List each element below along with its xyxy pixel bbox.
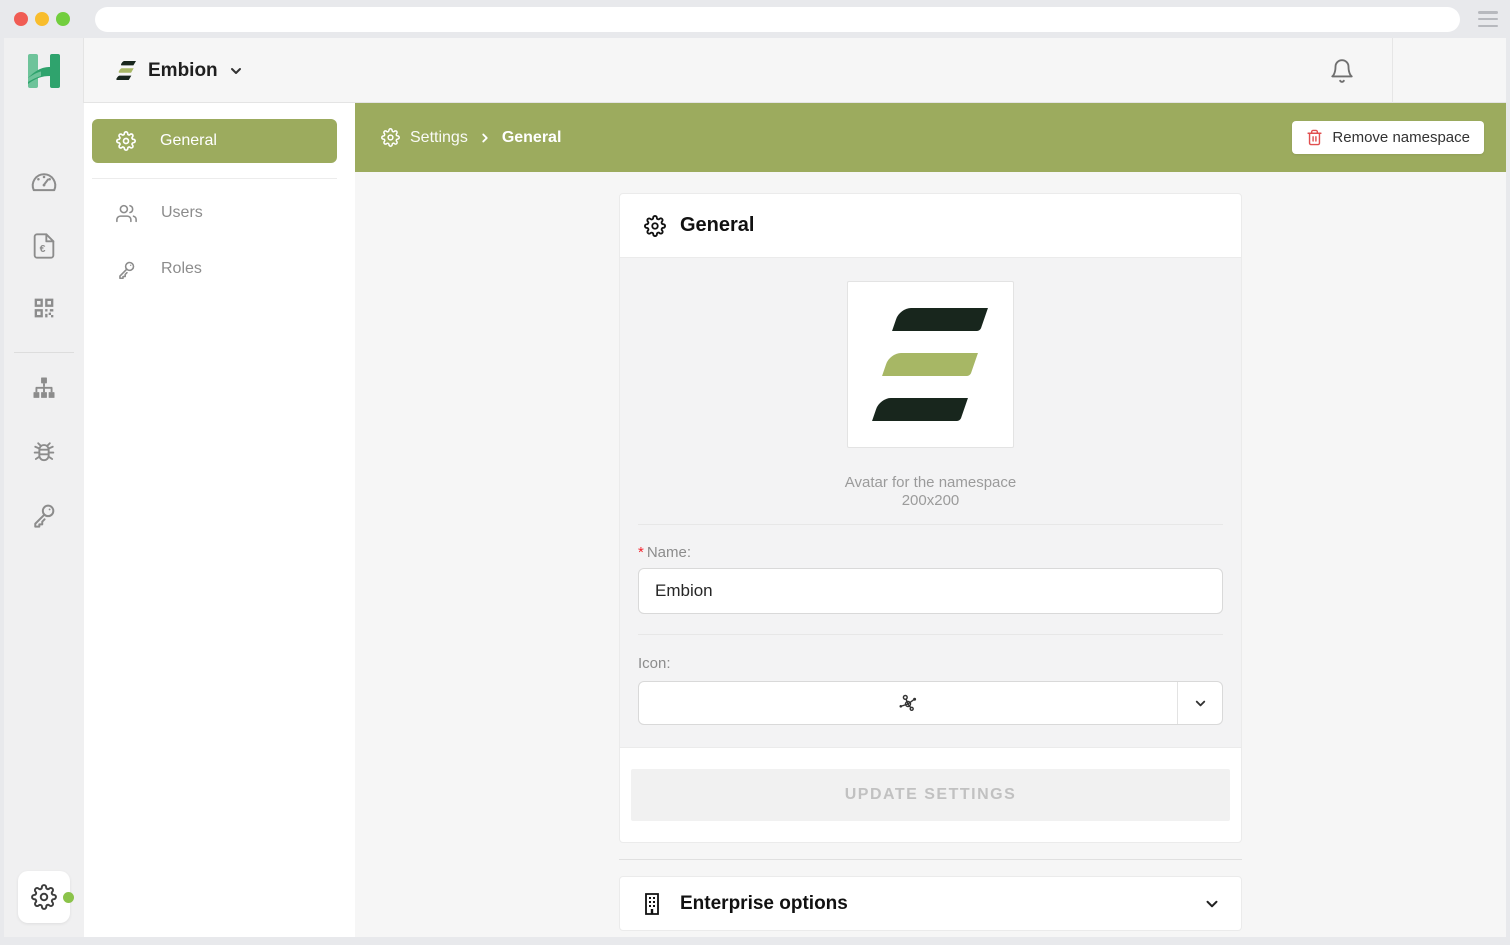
enterprise-options-title: Enterprise options — [680, 893, 848, 915]
svg-text:€: € — [40, 243, 46, 255]
section-divider — [638, 634, 1223, 635]
general-settings-card: General Avatar for the namespace 200x200 — [619, 193, 1242, 843]
chevron-down-icon — [1193, 696, 1208, 711]
bell-icon — [1329, 58, 1355, 84]
embion-logo-stripe — [872, 398, 968, 421]
molecule-icon — [895, 690, 921, 716]
sidebar-divider — [92, 178, 337, 179]
sidebar-item-users[interactable]: Users — [92, 191, 337, 235]
remove-namespace-button[interactable]: Remove namespace — [1292, 121, 1484, 154]
sitemap-icon[interactable] — [4, 374, 84, 402]
building-icon — [640, 892, 664, 916]
sidebar-item-label: General — [160, 132, 217, 150]
workspace-name: Embion — [148, 60, 218, 82]
cards-divider — [619, 859, 1242, 860]
qr-code-icon[interactable] — [4, 294, 84, 322]
app-window: Embion € — [4, 38, 1506, 937]
card-body: Avatar for the namespace 200x200 *Name: … — [620, 257, 1241, 748]
namespace-name-input[interactable] — [638, 568, 1223, 614]
card-title-row: General — [620, 194, 1241, 257]
card-footer: UPDATE SETTINGS — [620, 748, 1241, 842]
browser-chrome — [0, 0, 1510, 38]
status-dot — [63, 892, 74, 903]
hamburger-icon[interactable] — [1478, 11, 1498, 27]
gear-icon — [116, 131, 136, 151]
settings-sidebar: General Users Roles — [84, 103, 355, 937]
required-marker: * — [638, 544, 644, 561]
card-title: General — [680, 214, 754, 237]
chevron-down-icon — [228, 63, 244, 79]
window-controls — [14, 12, 70, 26]
key-icon[interactable] — [4, 501, 84, 529]
namespace-avatar-upload[interactable] — [847, 281, 1014, 448]
sidebar-item-roles[interactable]: Roles — [92, 247, 337, 291]
h-logo-icon — [21, 48, 67, 94]
bug-icon[interactable] — [4, 438, 84, 466]
embion-mini-logo-icon — [112, 59, 138, 83]
nav-rail: € — [4, 103, 84, 937]
gear-icon — [644, 215, 666, 237]
main-panel: Settings General Remove namespace — [355, 103, 1506, 937]
gear-icon — [31, 884, 57, 910]
update-settings-button[interactable]: UPDATE SETTINGS — [631, 769, 1230, 821]
key-icon — [116, 259, 137, 280]
breadcrumb: Settings General — [381, 128, 561, 147]
invoice-euro-icon[interactable]: € — [4, 232, 84, 260]
remove-namespace-label: Remove namespace — [1332, 129, 1470, 146]
rail-divider — [14, 352, 74, 353]
sidebar-item-general[interactable]: General — [92, 119, 337, 163]
app-header: Embion — [4, 38, 1506, 103]
icon-select-value — [639, 682, 1177, 724]
zoom-window-button[interactable] — [56, 12, 70, 26]
minimize-window-button[interactable] — [35, 12, 49, 26]
enterprise-options-card: Enterprise options — [619, 876, 1242, 931]
close-window-button[interactable] — [14, 12, 28, 26]
avatar-caption: Avatar for the namespace 200x200 — [638, 474, 1223, 510]
header-divider — [1392, 38, 1393, 103]
trash-icon — [1306, 129, 1323, 146]
icon-field-label: Icon: — [638, 655, 1223, 672]
sidebar-item-label: Roles — [161, 260, 202, 278]
breadcrumb-current: General — [502, 129, 562, 147]
embion-logo-stripe — [882, 353, 978, 376]
workspace-switcher[interactable]: Embion — [112, 38, 244, 103]
url-bar[interactable] — [95, 7, 1460, 32]
section-divider — [638, 524, 1223, 525]
icon-select-toggle[interactable] — [1177, 682, 1222, 724]
embion-logo-stripe — [892, 308, 988, 331]
app-home-logo[interactable] — [4, 38, 84, 103]
dashboard-gauge-icon[interactable] — [4, 167, 84, 197]
chevron-down-icon — [1203, 895, 1221, 913]
name-field-label: *Name: — [638, 544, 1223, 561]
breadcrumb-settings[interactable]: Settings — [410, 129, 468, 147]
content-area: General Avatar for the namespace 200x200 — [355, 172, 1506, 937]
sidebar-item-label: Users — [161, 204, 203, 222]
user-avatar[interactable] — [1429, 49, 1473, 93]
users-icon — [116, 203, 137, 224]
settings-rail-button[interactable] — [18, 871, 70, 923]
icon-select[interactable] — [638, 681, 1223, 725]
notifications-button[interactable] — [1292, 58, 1392, 84]
enterprise-options-toggle[interactable]: Enterprise options — [620, 877, 1241, 930]
chevron-right-icon — [478, 131, 492, 145]
gear-icon — [381, 128, 400, 147]
breadcrumb-bar: Settings General Remove namespace — [355, 103, 1506, 172]
